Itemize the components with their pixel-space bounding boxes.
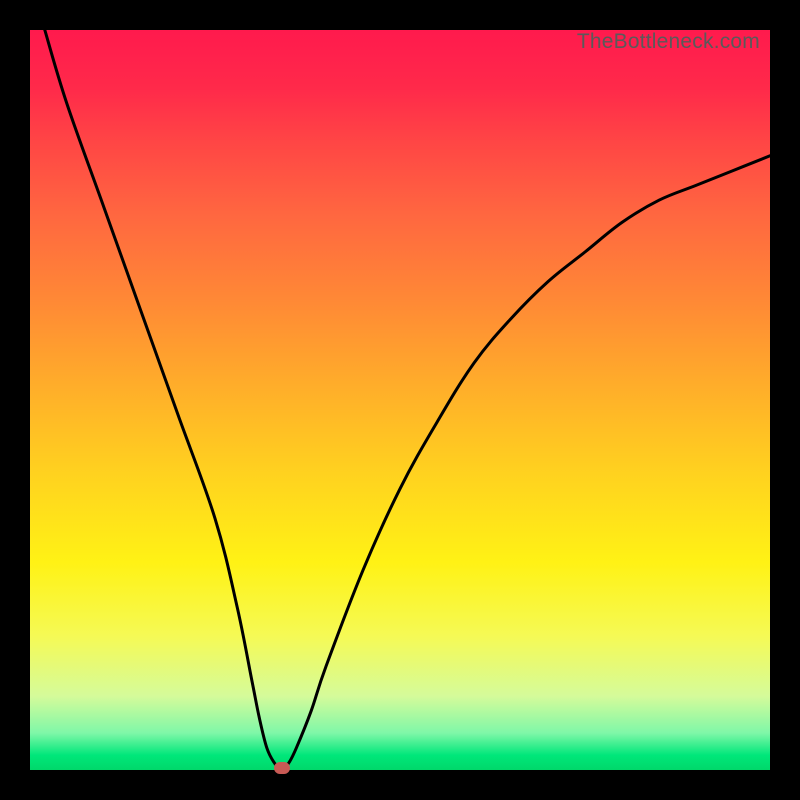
- series-curve: [30, 30, 770, 770]
- chart-plot-area: TheBottleneck.com: [30, 30, 770, 770]
- chart-stage: TheBottleneck.com: [0, 0, 800, 800]
- minimum-marker: [274, 762, 290, 774]
